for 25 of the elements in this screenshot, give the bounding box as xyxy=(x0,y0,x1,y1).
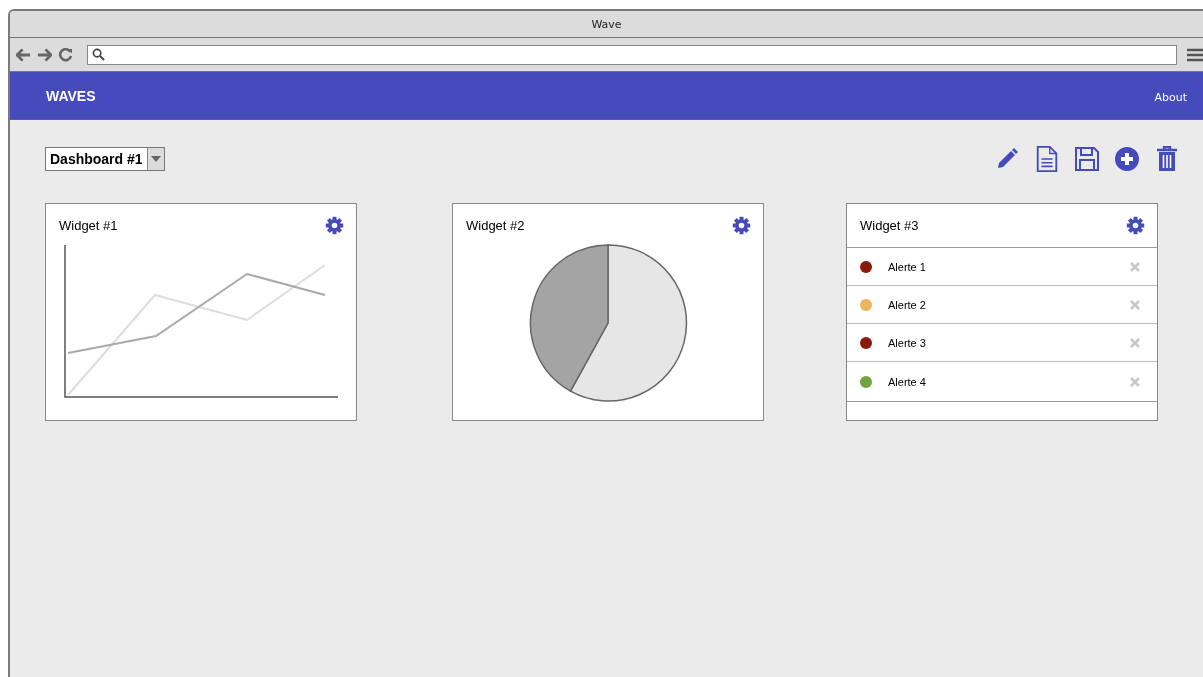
alert-label: Alerte 1 xyxy=(888,260,927,273)
save-icon[interactable] xyxy=(1075,146,1099,172)
caret-icon xyxy=(150,156,161,162)
widget-title: Widget #2 xyxy=(466,218,525,233)
forward-icon[interactable] xyxy=(37,47,52,62)
widget-title: Widget #3 xyxy=(860,218,919,233)
document-icon[interactable] xyxy=(1035,146,1059,172)
dashboard-select[interactable]: Dashboard #1 xyxy=(45,147,165,171)
search-icon xyxy=(92,48,105,61)
settings-icon[interactable] xyxy=(325,216,344,235)
brand-logo[interactable]: WAVES xyxy=(46,87,96,104)
nav-link[interactable]: About xyxy=(1154,91,1187,104)
alert-label: Alerte 2 xyxy=(888,298,927,311)
alert-label: Alerte 3 xyxy=(888,336,927,349)
alert-label: Alerte 4 xyxy=(888,375,927,388)
back-icon[interactable] xyxy=(16,47,31,62)
settings-icon[interactable] xyxy=(732,216,751,235)
settings-icon[interactable] xyxy=(1126,216,1145,235)
add-icon[interactable] xyxy=(1115,146,1139,172)
reload-icon[interactable] xyxy=(58,47,73,62)
menu-icon[interactable] xyxy=(1187,47,1203,62)
widget-title: Widget #1 xyxy=(59,218,118,233)
trash-icon[interactable] xyxy=(1155,146,1179,172)
window-title: Wave xyxy=(591,17,622,31)
address-field[interactable] xyxy=(87,44,1177,65)
